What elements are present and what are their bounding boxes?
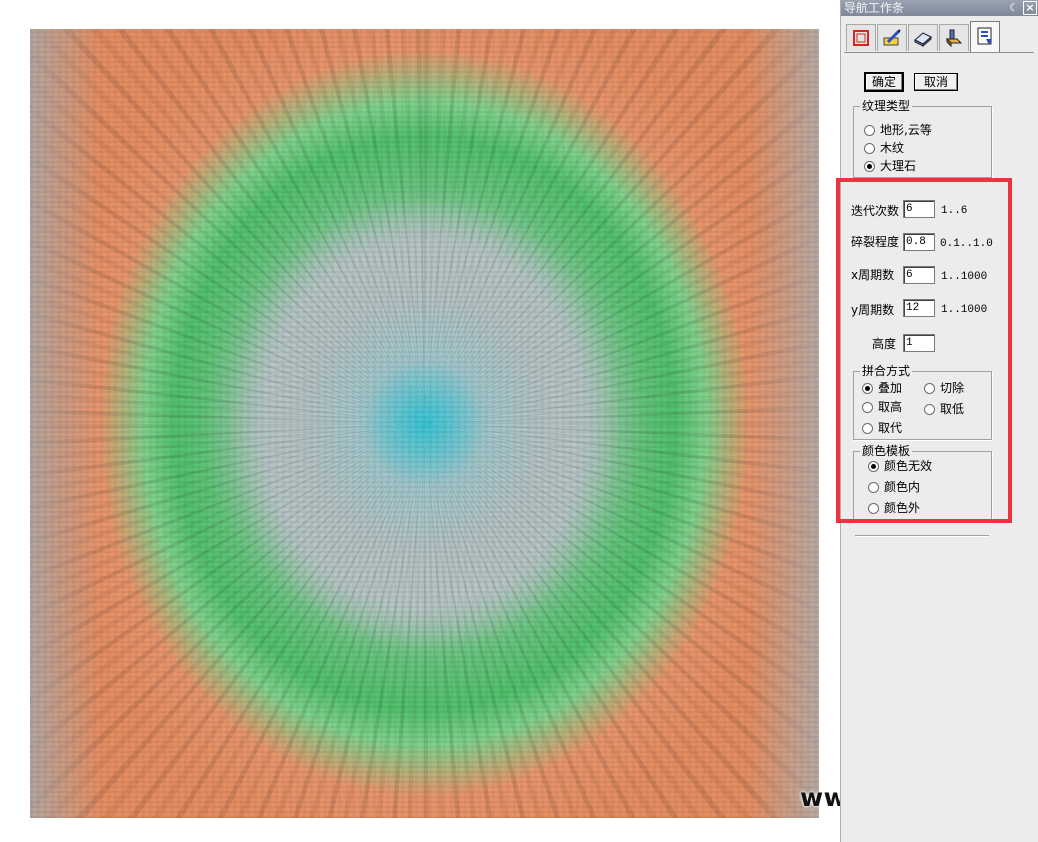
- iterations-input[interactable]: 6: [903, 200, 935, 218]
- texture-option-label: 地形,云等: [880, 123, 932, 137]
- y-period-range: 1..1000: [941, 304, 988, 316]
- radio-unchecked-icon: [862, 401, 873, 413]
- radio-checked-icon: [868, 460, 879, 472]
- y-period-input[interactable]: 12: [903, 299, 935, 317]
- radio-unchecked-icon: [868, 481, 879, 493]
- blend-option-replace[interactable]: 取代: [862, 420, 902, 436]
- blend-option-cut[interactable]: 切除: [924, 380, 964, 396]
- close-icon[interactable]: ×: [1023, 1, 1037, 15]
- color-option-inner[interactable]: 颜色内: [868, 479, 920, 495]
- viewport-texture-grain: [30, 29, 819, 818]
- document-export-icon: [977, 27, 992, 45]
- blend-mode-group: 拼合方式 叠加 切除 取高 取低 取代: [853, 364, 992, 440]
- radio-unchecked-icon: [924, 403, 935, 415]
- iterations-label: 迭代次数: [851, 204, 900, 218]
- tab-paint[interactable]: [877, 24, 907, 51]
- panel-separator: [855, 535, 989, 537]
- radio-checked-icon: [864, 160, 875, 172]
- color-template-legend: 颜色模板: [860, 444, 913, 458]
- tab-tool[interactable]: [939, 24, 969, 51]
- color-option-label: 颜色无效: [884, 459, 933, 473]
- tab-export[interactable]: [970, 21, 1000, 52]
- x-period-range: 1..1000: [941, 271, 988, 283]
- blend-option-label: 切除: [940, 381, 965, 395]
- x-period-input[interactable]: 6: [903, 266, 935, 284]
- texture-option-label: 大理石: [880, 159, 917, 173]
- tab-surface[interactable]: [908, 24, 938, 51]
- color-template-group: 颜色模板 颜色无效 颜色内 颜色外: [853, 444, 992, 523]
- blend-option-label: 取代: [878, 421, 903, 435]
- texture-option-wood[interactable]: 木纹: [864, 140, 904, 156]
- height-label: 高度: [872, 337, 897, 351]
- panel-tabbar: [844, 20, 1034, 53]
- color-option-outer[interactable]: 颜色外: [868, 500, 920, 516]
- radio-checked-icon: [862, 382, 873, 394]
- cancel-button[interactable]: 取消: [914, 73, 958, 91]
- color-option-label: 颜色外: [884, 501, 921, 515]
- fracture-input[interactable]: 0.8: [903, 233, 935, 251]
- pencil-paint-icon: [883, 29, 901, 46]
- blend-option-label: 叠加: [878, 381, 903, 395]
- ok-button[interactable]: 确定: [864, 72, 904, 92]
- texture-option-marble[interactable]: 大理石: [864, 158, 916, 174]
- texture-preview-viewport[interactable]: [30, 29, 819, 818]
- surface-layer-icon: [914, 32, 932, 48]
- blend-option-min[interactable]: 取低: [924, 401, 964, 417]
- blend-mode-legend: 拼合方式: [860, 364, 913, 378]
- texture-option-label: 木纹: [880, 141, 905, 155]
- radio-unchecked-icon: [862, 422, 873, 434]
- blend-option-max[interactable]: 取高: [862, 399, 902, 415]
- frame-icon: [853, 30, 869, 46]
- texture-type-group: 纹理类型 地形,云等 木纹 大理石: [853, 99, 992, 178]
- blend-option-overlay[interactable]: 叠加: [862, 380, 902, 396]
- y-period-label: y周期数: [851, 303, 895, 317]
- color-option-none[interactable]: 颜色无效: [868, 458, 932, 474]
- panel-title: 导航工作条: [844, 1, 905, 15]
- x-period-label: x周期数: [851, 268, 895, 282]
- blend-option-label: 取高: [878, 400, 903, 414]
- color-option-label: 颜色内: [884, 480, 921, 494]
- radio-unchecked-icon: [868, 502, 879, 514]
- iterations-range: 1..6: [941, 205, 968, 217]
- blend-option-label: 取低: [940, 402, 965, 416]
- texture-type-legend: 纹理类型: [860, 99, 913, 113]
- navigation-panel: 导航工作条 ☾ × 确定 取消 纹理类型 地形,云等 木纹 大理石 迭代次数 6…: [840, 0, 1038, 842]
- panel-titlebar: 导航工作条 ☾ ×: [841, 0, 1038, 16]
- fracture-label: 碎裂程度: [851, 235, 900, 249]
- tool-icon: [945, 29, 963, 48]
- radio-unchecked-icon: [924, 382, 935, 394]
- pin-icon[interactable]: ☾: [1007, 1, 1021, 15]
- texture-option-terrain[interactable]: 地形,云等: [864, 122, 932, 138]
- tab-frame[interactable]: [846, 24, 876, 51]
- radio-unchecked-icon: [864, 124, 875, 136]
- height-input[interactable]: 1: [903, 334, 935, 352]
- fracture-range: 0.1..1.0: [940, 238, 993, 250]
- radio-unchecked-icon: [864, 142, 875, 154]
